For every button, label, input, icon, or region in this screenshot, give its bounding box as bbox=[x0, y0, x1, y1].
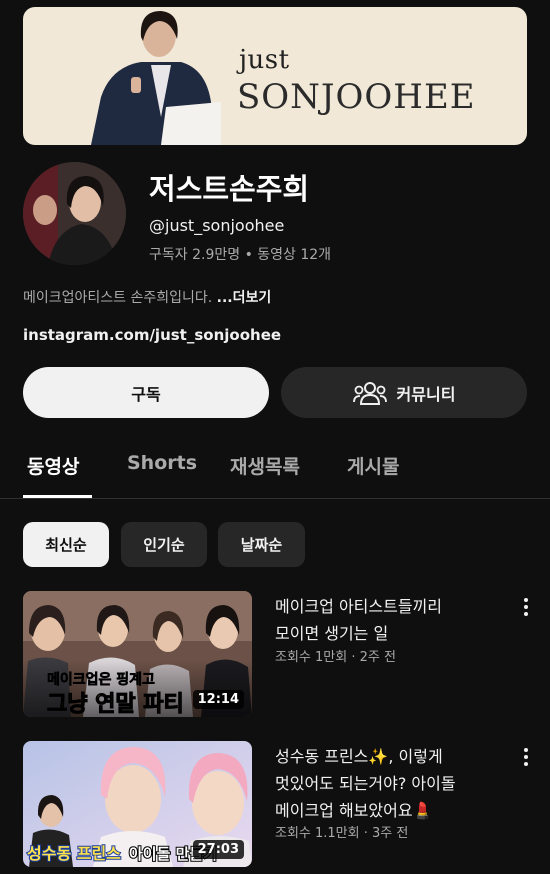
subscribe-button[interactable]: 구독 bbox=[23, 367, 269, 418]
channel-external-link[interactable]: instagram.com/just_sonjoohee bbox=[23, 326, 281, 344]
video-thumbnail[interactable]: 메이크업은 핑계고 그냥 연말 파티 12:14 bbox=[23, 591, 252, 717]
video-item[interactable]: 메이크업은 핑계고 그냥 연말 파티 12:14 메이크업 아티스트들끼리 모이… bbox=[0, 591, 550, 719]
tab-posts[interactable]: 게시물 bbox=[347, 452, 399, 479]
community-label: 커뮤니티 bbox=[396, 384, 456, 404]
thumbnail-caption-top: 메이크업은 핑계고 bbox=[47, 671, 155, 688]
tab-shorts[interactable]: Shorts bbox=[127, 452, 197, 474]
tab-videos[interactable]: 동영상 bbox=[27, 452, 79, 479]
video-item[interactable]: 성수동 프린스 아이돌 만들기 27:03 성수동 프린스✨, 이렇게 멋있어도… bbox=[0, 741, 550, 869]
banner-brand-small: just bbox=[239, 45, 290, 75]
chip-popular[interactable]: 인기순 bbox=[121, 522, 207, 567]
channel-avatar[interactable] bbox=[23, 162, 126, 265]
community-button[interactable]: 커뮤니티 bbox=[281, 367, 527, 418]
channel-handle: @just_sonjoohee bbox=[149, 216, 285, 235]
video-title-line: 메이크업 아티스트들끼리 bbox=[275, 597, 443, 616]
video-meta: 조회수 1만회 · 2주 전 bbox=[275, 650, 396, 665]
thumbnail-caption-a: 성수동 프린스 bbox=[27, 844, 121, 863]
video-thumbnail[interactable]: 성수동 프린스 아이돌 만들기 27:03 bbox=[23, 741, 252, 867]
chip-oldest[interactable]: 날짜순 bbox=[218, 522, 305, 567]
banner-brand-name: SONJOOHEE bbox=[237, 77, 476, 117]
video-title-line: 성수동 프린스✨, 이렇게 bbox=[275, 747, 443, 766]
channel-title: 저스트손주희 bbox=[149, 172, 310, 206]
video-title[interactable]: 메이크업 아티스트들끼리 모이면 생기는 일 bbox=[275, 593, 503, 647]
thumbnail-caption-bottom: 그냥 연말 파티 bbox=[47, 692, 184, 717]
subscribe-label: 구독 bbox=[131, 384, 161, 404]
more-options-icon[interactable] bbox=[521, 747, 531, 767]
video-title-line: 모이면 생기는 일 bbox=[275, 624, 389, 643]
video-meta: 조회수 1.1만회 · 3주 전 bbox=[275, 826, 409, 841]
description-text: 메이크업아티스트 손주희입니다. bbox=[23, 290, 217, 306]
chip-latest[interactable]: 최신순 bbox=[23, 522, 109, 567]
video-title-line: 멋있어도 되는거야? 아이돌 bbox=[275, 774, 456, 793]
banner-portrait-image bbox=[91, 11, 221, 145]
video-title-line: 메이크업 해보았어요💄 bbox=[275, 801, 433, 820]
more-link[interactable]: ...더보기 bbox=[217, 290, 272, 306]
channel-stats: 구독자 2.9만명 • 동영상 12개 bbox=[149, 247, 332, 263]
channel-tabs: 동영상 Shorts 재생목록 게시물 bbox=[0, 440, 550, 499]
people-icon bbox=[352, 381, 387, 405]
tab-playlists[interactable]: 재생목록 bbox=[230, 452, 300, 479]
channel-banner: just SONJOOHEE bbox=[23, 7, 527, 145]
channel-description[interactable]: 메이크업아티스트 손주희입니다. ...더보기 bbox=[23, 287, 271, 307]
more-options-icon[interactable] bbox=[521, 597, 531, 617]
avatar-photo-image bbox=[23, 162, 126, 265]
video-title[interactable]: 성수동 프린스✨, 이렇게 멋있어도 되는거야? 아이돌 메이크업 해보았어요💄 bbox=[275, 743, 503, 824]
video-duration: 27:03 bbox=[192, 840, 244, 859]
active-tab-indicator bbox=[23, 495, 92, 498]
video-duration: 12:14 bbox=[192, 690, 244, 709]
